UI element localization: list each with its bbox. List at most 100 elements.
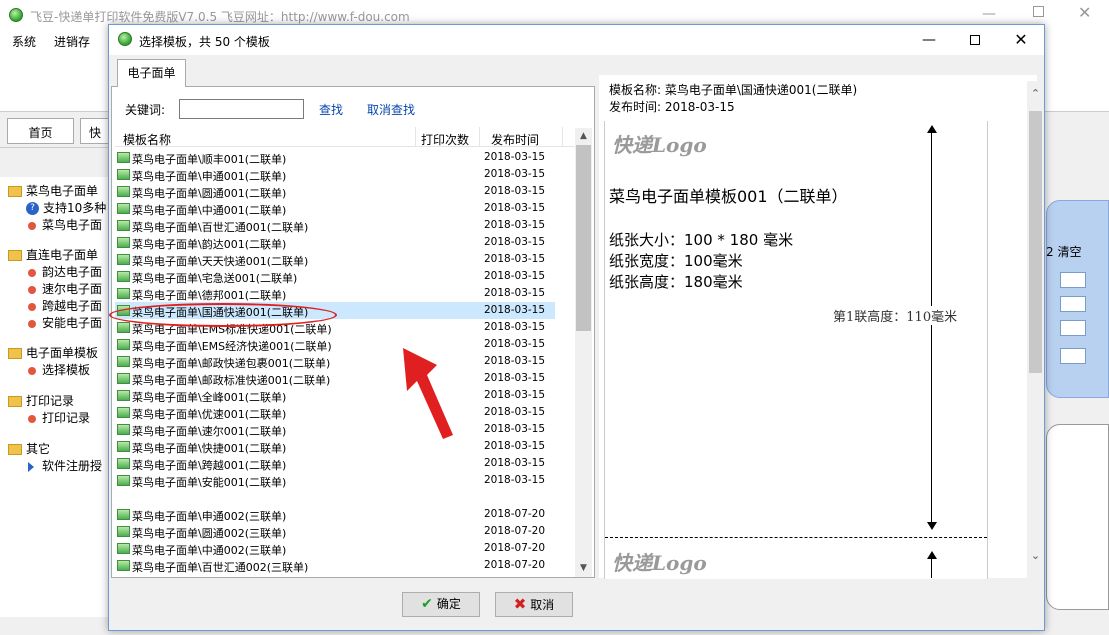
column-header-count[interactable]: 打印次数 <box>421 131 469 148</box>
template-row-date: 2018-03-15 <box>484 355 546 367</box>
bullet-icon <box>28 302 36 311</box>
template-row-date: 2018-03-15 <box>484 168 546 180</box>
preview-logo-2: 快递Logo <box>612 551 707 575</box>
folder-icon <box>8 396 22 407</box>
preview-paper-width: 纸张宽度：100毫米 <box>609 252 743 270</box>
template-row-name: 菜鸟电子面单\安能001(二联单) <box>132 476 287 489</box>
template-row[interactable]: 菜鸟电子面单\中通001(二联单) 2018-03-15 <box>115 200 555 217</box>
main-minimize-button[interactable]: — <box>982 6 996 22</box>
tree-item-kuayue[interactable]: 跨越电子面 <box>28 297 102 314</box>
template-row[interactable]: 菜鸟电子面单\快捷001(二联单) 2018-03-15 <box>115 438 555 455</box>
search-link[interactable]: 查找 <box>319 101 343 118</box>
dialog-title: 选择模板，共 50 个模板 <box>139 35 270 49</box>
help-icon: ? <box>26 202 39 215</box>
template-row-date: 2018-03-15 <box>484 151 546 163</box>
tree-group-direct[interactable]: 直连电子面单 <box>8 246 98 263</box>
main-close-button[interactable]: ✕ <box>1078 3 1091 22</box>
main-maximize-button[interactable] <box>1033 6 1044 17</box>
menu-system[interactable]: 系统 <box>12 33 36 50</box>
template-row-date: 2018-03-15 <box>484 236 546 248</box>
tree-group-other[interactable]: 其它 <box>8 440 50 457</box>
cancel-button[interactable]: ✖ 取消 <box>495 592 573 617</box>
template-row-name: 菜鸟电子面单\中通001(二联单) <box>132 204 287 217</box>
dialog-close-button[interactable]: ✕ <box>998 25 1044 55</box>
template-row-date: 2018-03-15 <box>484 338 546 350</box>
template-icon <box>117 186 130 197</box>
template-row[interactable]: 菜鸟电子面单\圆通002(三联单) 2018-07-20 <box>115 523 555 540</box>
tree-group-cainiao[interactable]: 菜鸟电子面单 <box>8 182 98 199</box>
filter-input-1[interactable] <box>1060 272 1086 288</box>
template-row[interactable]: 菜鸟电子面单\邮政快递包裹001(二联单) 2018-03-15 <box>115 353 555 370</box>
template-row[interactable]: 菜鸟电子面单\中通002(三联单) 2018-07-20 <box>115 540 555 557</box>
tree-item-register[interactable]: 软件注册授 <box>28 457 102 474</box>
template-icon <box>117 152 130 163</box>
arrow-up-icon <box>927 125 937 133</box>
template-row-name: 菜鸟电子面单\天天快递001(二联单) <box>132 255 309 268</box>
template-row-date: 2018-03-15 <box>484 389 546 401</box>
template-row[interactable]: 菜鸟电子面单\百世汇通001(二联单) 2018-03-15 <box>115 217 555 234</box>
preview-scroll-thumb[interactable] <box>1029 111 1042 373</box>
filter-input-3[interactable] <box>1060 320 1086 336</box>
template-row-name: 菜鸟电子面单\圆通002(三联单) <box>132 527 287 540</box>
preview-scroll-up-icon[interactable]: ⌃ <box>1027 87 1044 100</box>
filter-input-2[interactable] <box>1060 296 1086 312</box>
template-row[interactable]: 菜鸟电子面单\邮政标准快递001(二联单) 2018-03-15 <box>115 370 555 387</box>
template-row[interactable]: 菜鸟电子面单\顺丰001(二联单) 2018-03-15 <box>115 149 555 166</box>
keyword-label: 关键词: <box>125 103 166 117</box>
tree-group-print-records[interactable]: 打印记录 <box>8 392 74 409</box>
template-icon <box>117 390 130 401</box>
template-row[interactable]: 菜鸟电子面单\申通002(三联单) 2018-07-20 <box>115 506 555 523</box>
arrow-right-icon <box>28 461 34 472</box>
tree-group-templates[interactable]: 电子面单模板 <box>8 344 98 361</box>
template-row-date: 2018-03-15 <box>484 219 546 231</box>
template-row[interactable]: 菜鸟电子面单\EMS经济快递001(二联单) 2018-03-15 <box>115 336 555 353</box>
tab-home[interactable]: 首页 <box>7 118 74 144</box>
tree-item-suer[interactable]: 速尔电子面 <box>28 280 102 297</box>
preview-template-title: 菜鸟电子面单模板001（二联单） <box>609 187 848 206</box>
scroll-down-icon[interactable]: ▼ <box>575 560 592 577</box>
tab-electronic-waybill[interactable]: 电子面单 <box>117 59 186 87</box>
tree-item-anneng[interactable]: 安能电子面 <box>28 314 102 331</box>
list-scroll-thumb[interactable] <box>576 145 591 331</box>
keyword-input[interactable] <box>179 99 304 119</box>
tree-item-support[interactable]: ? 支持10多种 <box>26 199 106 216</box>
template-row[interactable]: 菜鸟电子面单\天天快递001(二联单) 2018-03-15 <box>115 251 555 268</box>
column-header-date[interactable]: 发布时间 <box>491 131 539 148</box>
template-row[interactable]: 菜鸟电子面单\韵达001(二联单) 2018-03-15 <box>115 234 555 251</box>
clear-button[interactable]: 2 清空 <box>1046 243 1081 260</box>
dialog-minimize-button[interactable]: — <box>906 25 952 55</box>
template-icon <box>117 424 130 435</box>
cancel-search-link[interactable]: 取消查找 <box>367 101 415 118</box>
template-row[interactable]: 菜鸟电子面单\优速001(二联单) 2018-03-15 <box>115 404 555 421</box>
template-row-name: 菜鸟电子面单\圆通001(二联单) <box>132 187 287 200</box>
template-row[interactable]: 菜鸟电子面单\跨越001(二联单) 2018-03-15 <box>115 455 555 472</box>
preview-scroll-down-icon[interactable]: ⌄ <box>1027 549 1044 562</box>
ok-button[interactable]: ✔ 确定 <box>402 592 480 617</box>
template-row-name: 菜鸟电子面单\邮政快递包裹001(二联单) <box>132 357 331 370</box>
column-header-name[interactable]: 模板名称 <box>123 131 171 148</box>
tree-item-cainiao-face[interactable]: 菜鸟电子面 <box>28 216 102 233</box>
template-icon <box>117 169 130 180</box>
template-row[interactable]: 菜鸟电子面单\圆通001(二联单) 2018-03-15 <box>115 183 555 200</box>
template-row-date: 2018-03-15 <box>484 372 546 384</box>
tree-item-print-records[interactable]: 打印记录 <box>28 409 90 426</box>
template-row[interactable]: 菜鸟电子面单\百世汇通002(三联单) 2018-07-20 <box>115 557 555 574</box>
template-row[interactable]: 菜鸟电子面单\申通001(二联单) 2018-03-15 <box>115 166 555 183</box>
template-icon <box>117 271 130 282</box>
scroll-up-icon[interactable]: ▲ <box>575 128 592 145</box>
tree-item-select-template[interactable]: 选择模板 <box>28 361 90 378</box>
template-row[interactable]: 菜鸟电子面单\德邦001(二联单) 2018-03-15 <box>115 285 555 302</box>
template-row[interactable]: 菜鸟电子面单\安能001(二联单) 2018-03-15 <box>115 472 555 489</box>
template-row[interactable]: 菜鸟电子面单\全峰001(二联单) 2018-03-15 <box>115 387 555 404</box>
template-icon <box>117 203 130 214</box>
menu-inventory[interactable]: 进销存 <box>54 33 90 50</box>
arrow-up-icon <box>927 551 937 559</box>
template-row-name: 菜鸟电子面单\跨越001(二联单) <box>132 459 287 472</box>
tab-express[interactable]: 快 <box>80 118 110 144</box>
filter-input-4[interactable] <box>1060 348 1086 364</box>
template-row[interactable]: 菜鸟电子面单\宅急送001(二联单) 2018-03-15 <box>115 268 555 285</box>
dialog-maximize-button[interactable] <box>952 25 998 55</box>
tree-item-yunda[interactable]: 韵达电子面 <box>28 263 102 280</box>
template-row-name: 菜鸟电子面单\德邦001(二联单) <box>132 289 287 302</box>
template-row[interactable]: 菜鸟电子面单\速尔001(二联单) 2018-03-15 <box>115 421 555 438</box>
